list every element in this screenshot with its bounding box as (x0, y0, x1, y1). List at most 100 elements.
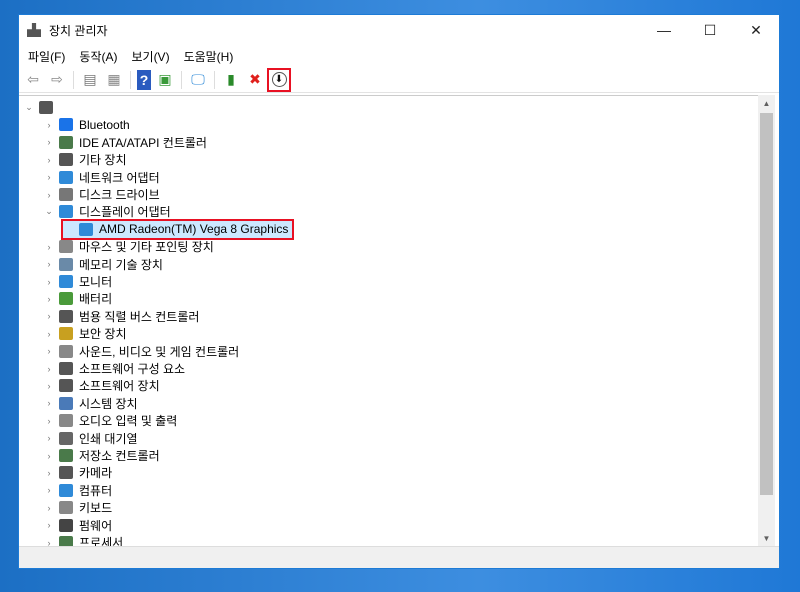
tree-category[interactable]: › 기타 장치 (43, 151, 127, 168)
tree-category[interactable]: › 카메라 (43, 464, 112, 481)
scroll-up-icon[interactable]: ▲ (758, 95, 775, 112)
tree-item-label: 메모리 기술 장치 (79, 257, 163, 272)
scan-hardware-icon[interactable]: 🖵 (188, 70, 208, 90)
device-category-icon (59, 205, 73, 219)
tree-category[interactable]: › 디스크 드라이브 (43, 186, 160, 203)
tree-category[interactable]: › 범용 직렬 버스 컨트롤러 (43, 308, 199, 325)
tree-item-label: 모니터 (79, 275, 113, 289)
tree-category[interactable]: › 저장소 컨트롤러 (43, 447, 160, 464)
tree-category[interactable]: › 사운드, 비디오 및 게임 컨트롤러 (43, 343, 239, 360)
tree-category[interactable]: › 메모리 기술 장치 (43, 256, 163, 273)
expand-arrow-icon[interactable]: › (43, 381, 55, 391)
tree-root-computer[interactable]: ⌄ (23, 99, 59, 116)
close-button[interactable]: ✕ (733, 15, 779, 45)
tree-category[interactable]: › IDE ATA/ATAPI 컨트롤러 (43, 134, 207, 151)
tree-category[interactable]: › 키보드 (43, 499, 112, 516)
tree-category[interactable]: › 펌웨어 (43, 517, 112, 534)
expand-arrow-icon[interactable]: › (43, 242, 55, 252)
tree-category[interactable]: › Bluetooth (43, 116, 130, 133)
show-hide-console-tree-icon[interactable]: ▤ (80, 70, 100, 90)
device-category-icon (59, 118, 73, 132)
back-icon[interactable]: ⇦ (23, 70, 43, 90)
device-category-icon (59, 518, 73, 532)
tree-category[interactable]: › 네트워크 어댑터 (43, 169, 160, 186)
expand-arrow-icon[interactable]: › (43, 277, 55, 287)
expand-arrow-icon[interactable]: › (43, 346, 55, 356)
expand-arrow-icon[interactable]: › (43, 259, 55, 269)
update-driver-icon[interactable]: ▮ (221, 70, 241, 90)
tree-item-label: 오디오 입력 및 출력 (79, 414, 178, 429)
tree-item-label: 키보드 (79, 501, 113, 516)
tree-category[interactable]: › 시스템 장치 (43, 395, 138, 412)
expand-arrow-icon[interactable]: › (43, 416, 55, 426)
action-pane-icon[interactable]: ▣ (155, 70, 175, 90)
device-category-icon (59, 240, 73, 254)
menu-action[interactable]: 동작(A) (72, 48, 124, 65)
expand-arrow-icon[interactable]: › (43, 311, 55, 321)
scrollbar-thumb[interactable] (760, 113, 773, 495)
tree-item-label: 배터리 (79, 292, 113, 307)
expand-arrow-icon[interactable]: › (43, 172, 55, 182)
menu-view[interactable]: 보기(V) (124, 48, 176, 65)
expand-arrow-icon[interactable]: › (43, 155, 55, 165)
device-category-icon (59, 501, 73, 515)
maximize-button[interactable]: ☐ (687, 15, 733, 45)
tree-item-label: 보안 장치 (79, 327, 127, 342)
rollback-driver-icon[interactable]: ⬇ (267, 67, 291, 92)
tree-item-label: 범용 직렬 버스 컨트롤러 (79, 309, 200, 324)
tree-category[interactable]: › 인쇄 대기열 (43, 430, 138, 447)
expand-arrow-icon[interactable]: › (43, 503, 55, 513)
tree-category[interactable]: ⌄ 디스플레이 어댑터 (43, 203, 171, 220)
device-category-icon (59, 309, 73, 323)
tree-category[interactable]: › 컴퓨터 (43, 482, 112, 499)
expand-arrow-icon[interactable]: › (43, 137, 55, 147)
menu-help[interactable]: 도움말(H) (177, 48, 241, 65)
forward-icon[interactable]: ⇨ (47, 70, 67, 90)
scroll-down-icon[interactable]: ▼ (758, 530, 775, 547)
expand-arrow-icon[interactable]: › (43, 364, 55, 374)
tree-item-label: 펌웨어 (79, 518, 113, 533)
menu-file[interactable]: 파일(F) (21, 48, 72, 65)
device-tree[interactable]: ⌄ › Bluetooth › IDE ATA/ATAPI 컨트롤러 › 기타 장치 › 네트워… (19, 95, 759, 547)
menu-bar: 파일(F) 동작(A) 보기(V) 도움말(H) (19, 45, 779, 67)
device-category-icon (59, 431, 73, 445)
expand-arrow-icon[interactable]: › (43, 190, 55, 200)
minimize-button[interactable]: — (641, 15, 687, 45)
tree-category[interactable]: › 모니터 (43, 273, 112, 290)
collapse-arrow-icon[interactable]: ⌄ (23, 102, 35, 113)
properties-icon[interactable]: ▦ (104, 70, 124, 90)
device-category-icon (59, 483, 73, 497)
tree-category[interactable]: › 배터리 (43, 290, 112, 307)
device-category-icon (39, 101, 53, 114)
expand-arrow-icon[interactable]: › (43, 520, 55, 530)
tree-category[interactable]: › 오디오 입력 및 출력 (43, 412, 177, 429)
device-category-icon (79, 222, 93, 236)
expand-arrow-icon[interactable]: › (43, 120, 55, 130)
expand-arrow-icon[interactable]: › (43, 485, 55, 495)
toolbar-separator (73, 70, 74, 89)
tree-item-label: Bluetooth (79, 117, 130, 132)
toolbar-separator (181, 70, 182, 89)
tree-category[interactable]: › 보안 장치 (43, 325, 127, 342)
toolbar-separator (214, 70, 215, 89)
tree-category[interactable]: › 소프트웨어 장치 (43, 377, 160, 394)
expand-arrow-icon[interactable]: › (43, 468, 55, 478)
collapse-arrow-icon[interactable]: ⌄ (43, 206, 55, 217)
tree-item-label: 소프트웨어 구성 요소 (79, 362, 186, 376)
expand-arrow-icon[interactable]: › (43, 451, 55, 461)
tree-device-item[interactable]: AMD Radeon(TM) Vega 8 Graphics (60, 218, 295, 240)
expand-arrow-icon[interactable]: › (43, 433, 55, 443)
tree-category[interactable]: › 마우스 및 기타 포인팅 장치 (43, 238, 214, 255)
expand-arrow-icon[interactable]: › (43, 294, 55, 304)
expand-arrow-icon[interactable]: › (43, 398, 55, 408)
device-category-icon (59, 362, 73, 375)
device-category-icon (59, 135, 73, 149)
uninstall-device-icon[interactable]: ✖ (245, 70, 265, 90)
vertical-scrollbar[interactable]: ▲ ▼ (758, 95, 775, 547)
help-icon[interactable]: ? (137, 69, 151, 90)
tree-category[interactable]: › 소프트웨어 구성 요소 (43, 360, 185, 377)
expand-arrow-icon[interactable]: › (43, 329, 55, 339)
device-category-icon (59, 170, 73, 184)
device-category-icon (59, 257, 73, 271)
device-manager-window: 장치 관리자 — ☐ ✕ 파일(F) 동작(A) 보기(V) 도움말(H) ⇦ ⇨… (18, 14, 780, 569)
